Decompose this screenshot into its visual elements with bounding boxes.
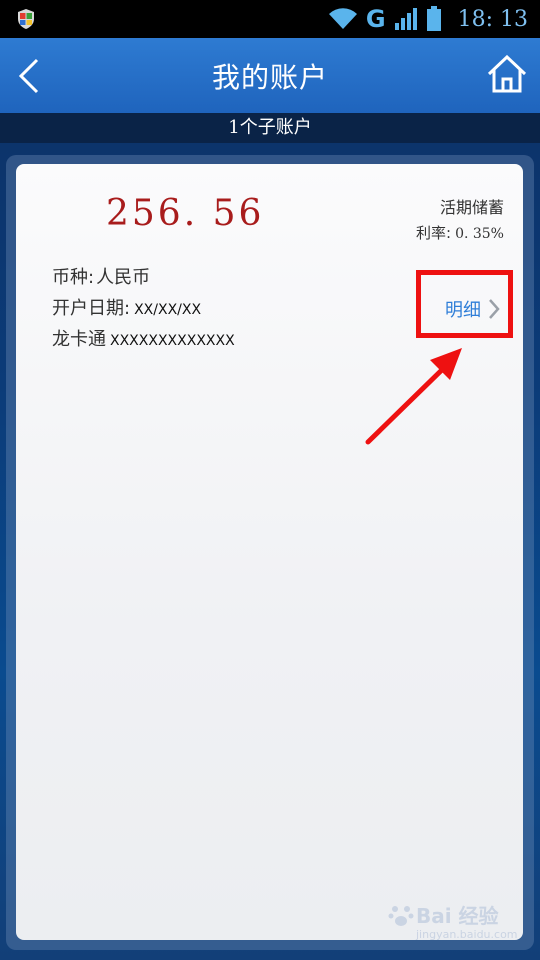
currency-row: 币种: 人民币 [52, 263, 150, 289]
shield-icon [18, 9, 34, 29]
watermark-url: jingyan.baidu.com [416, 928, 518, 941]
open-date-value: XX/XX/XX [134, 302, 202, 318]
card-row: 龙卡通 XXXXXXXXXXXXX [52, 325, 235, 351]
home-icon [487, 54, 527, 93]
watermark-text: Bai 经验 [416, 904, 499, 928]
card-label: 龙卡通 [52, 329, 106, 350]
open-date-row: 开户日期: XX/XX/XX [52, 294, 201, 320]
card-number: XXXXXXXXXXXXX [110, 333, 235, 349]
account-type: 活期储蓄 [439, 198, 504, 217]
paw-logo-icon [388, 906, 414, 926]
page-title: 我的账户 [211, 60, 328, 94]
status-right: G 18: 13 [328, 5, 528, 33]
network-type: G [365, 5, 386, 33]
back-button[interactable] [14, 56, 44, 96]
baidu-watermark: Bai 经验 jingyan.baidu.com [388, 900, 528, 950]
interest-rate: 利率: 0. 35% [416, 222, 504, 243]
open-date-label: 开户日期: [52, 298, 131, 319]
rate-value: 0. 35% [455, 226, 504, 242]
red-arrow-annotation [365, 348, 462, 445]
currency-label: 币种: [52, 267, 95, 288]
signal-icon [394, 8, 417, 30]
sub-account-count: 1个子账户 [0, 113, 540, 143]
highlight-box [416, 270, 513, 338]
wifi-icon [328, 8, 357, 29]
account-balance: 256. 56 [106, 193, 265, 234]
home-button[interactable] [486, 54, 528, 94]
currency-value: 人民币 [96, 267, 151, 288]
chevron-left-icon [18, 58, 39, 94]
battery-icon [426, 6, 441, 31]
rate-label: 利率: [416, 224, 452, 242]
app-header: 我的账户 [0, 38, 540, 113]
status-bar: G 18: 13 [0, 0, 540, 38]
status-left [16, 8, 36, 30]
clock: 18: 13 [457, 6, 528, 32]
